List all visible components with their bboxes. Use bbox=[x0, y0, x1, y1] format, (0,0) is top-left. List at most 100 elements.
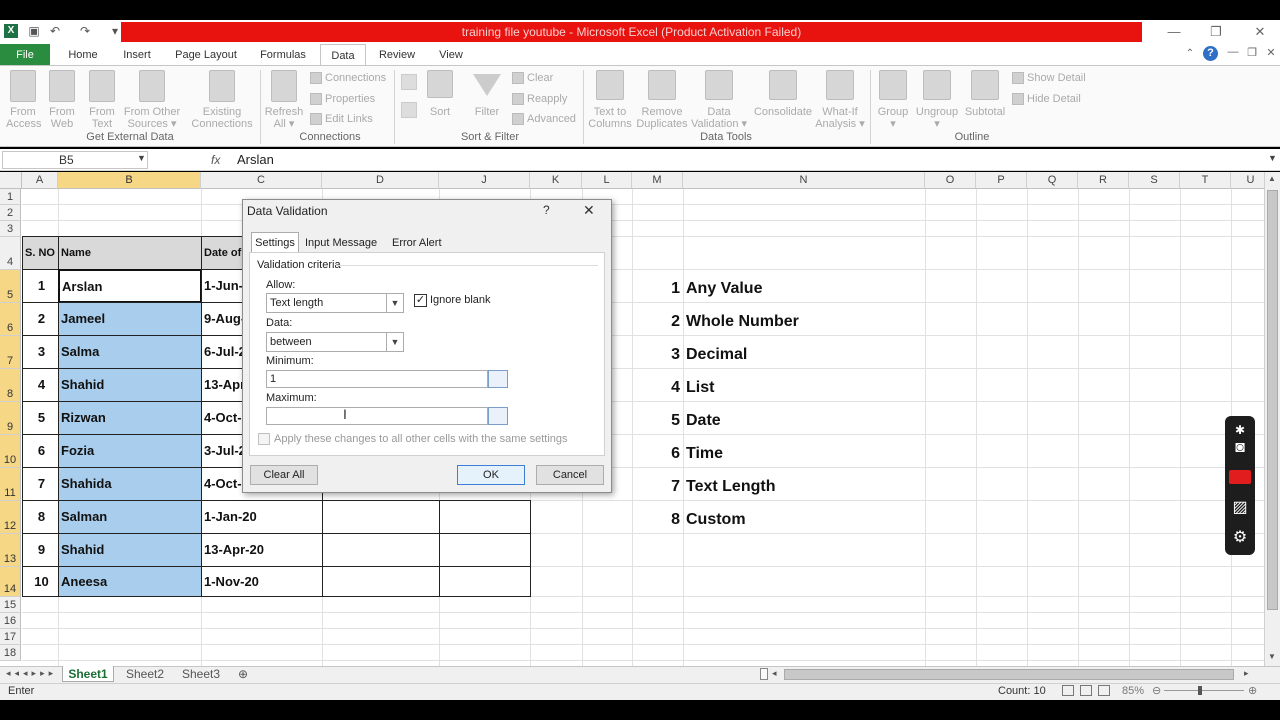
wb-minimize-icon[interactable]: — bbox=[1226, 46, 1240, 60]
camera-icon[interactable]: ◙ bbox=[1230, 438, 1250, 458]
help-icon[interactable]: ? bbox=[1203, 46, 1218, 61]
tab-review[interactable]: Review bbox=[374, 44, 420, 66]
clear-all-button[interactable]: Clear All bbox=[250, 465, 318, 485]
dialog-close-icon[interactable]: ✕ bbox=[583, 202, 595, 219]
cell-sno[interactable]: 8 bbox=[22, 500, 59, 534]
list-number[interactable]: 1 bbox=[660, 280, 680, 298]
group-button[interactable]: Group ▾ bbox=[874, 70, 912, 130]
from-other-sources-button[interactable]: From Other Sources ▾ bbox=[122, 70, 182, 130]
name-box-dropdown-icon[interactable]: ▼ bbox=[137, 153, 146, 163]
dialog-help-icon[interactable]: ? bbox=[543, 203, 550, 217]
text-to-columns-button[interactable]: Text to Columns bbox=[588, 70, 632, 130]
col-header-l[interactable]: L bbox=[582, 172, 632, 189]
row-header-14[interactable]: 14 bbox=[0, 567, 21, 597]
col-header-d[interactable]: D bbox=[322, 172, 439, 189]
fx-icon[interactable]: fx bbox=[211, 151, 220, 169]
from-text-button[interactable]: From Text bbox=[86, 70, 118, 130]
cell-sno[interactable]: 4 bbox=[22, 368, 59, 402]
cancel-button[interactable]: Cancel bbox=[536, 465, 604, 485]
connections-button[interactable]: Connections bbox=[310, 72, 386, 85]
table-header-sno[interactable]: S. NO bbox=[22, 236, 59, 270]
cell-empty[interactable] bbox=[322, 533, 440, 567]
sort-za-icon[interactable] bbox=[401, 102, 417, 118]
data-validation-button[interactable]: Data Validation ▾ bbox=[690, 70, 748, 130]
list-item[interactable]: Whole Number bbox=[686, 313, 799, 331]
row-header-2[interactable]: 2 bbox=[0, 205, 21, 221]
row-header-15[interactable]: 15 bbox=[0, 597, 21, 613]
row-header-7[interactable]: 7 bbox=[0, 336, 21, 369]
col-header-s[interactable]: S bbox=[1129, 172, 1180, 189]
cell-empty[interactable] bbox=[439, 533, 531, 567]
row-header-9[interactable]: 9 bbox=[0, 402, 21, 435]
ungroup-button[interactable]: Ungroup ▾ bbox=[912, 70, 962, 130]
customize-qat-icon[interactable]: ▾ bbox=[108, 24, 122, 38]
cell-empty[interactable] bbox=[439, 566, 531, 597]
dialog-tab-error-alert[interactable]: Error Alert bbox=[392, 234, 442, 252]
zoom-slider-track[interactable] bbox=[1164, 690, 1244, 691]
existing-connections-button[interactable]: Existing Connections bbox=[190, 70, 254, 130]
row-header-17[interactable]: 17 bbox=[0, 629, 21, 645]
row-header-3[interactable]: 3 bbox=[0, 221, 21, 237]
ok-button[interactable]: OK bbox=[457, 465, 525, 485]
close-window-icon[interactable]: ✕ bbox=[1250, 24, 1270, 40]
cell-date[interactable]: 1-Jan-20 bbox=[201, 500, 323, 534]
settings-gear-icon[interactable]: ⚙ bbox=[1230, 528, 1250, 548]
cell-empty[interactable] bbox=[322, 566, 440, 597]
sheet-nav-icons[interactable]: ◂◂◂▸▸▸ bbox=[6, 668, 57, 679]
col-header-q[interactable]: Q bbox=[1027, 172, 1078, 189]
reapply-button[interactable]: Reapply bbox=[512, 93, 567, 106]
properties-button[interactable]: Properties bbox=[310, 93, 375, 106]
col-header-a[interactable]: A bbox=[22, 172, 58, 189]
sort-az-icon[interactable] bbox=[401, 74, 417, 90]
cell-name[interactable]: Jameel bbox=[58, 302, 202, 336]
cell-sno[interactable]: 3 bbox=[22, 335, 59, 369]
cell-name[interactable]: Rizwan bbox=[58, 401, 202, 435]
scroll-up-icon[interactable]: ▲ bbox=[1268, 174, 1276, 183]
minimum-range-picker-icon[interactable] bbox=[488, 370, 508, 388]
from-web-button[interactable]: From Web bbox=[46, 70, 78, 130]
list-item[interactable]: List bbox=[686, 379, 714, 397]
page-layout-view-icon[interactable] bbox=[1080, 685, 1092, 696]
row-header-4[interactable]: 4 bbox=[0, 237, 21, 270]
list-number[interactable]: 8 bbox=[660, 511, 680, 529]
redo-icon[interactable]: ↷ bbox=[78, 24, 92, 38]
formula-content[interactable]: Arslan bbox=[237, 151, 274, 169]
row-header-5[interactable]: 5 bbox=[0, 270, 21, 303]
sheet-tab-1[interactable]: Sheet1 bbox=[62, 666, 114, 682]
zoom-out-icon[interactable]: ⊖ bbox=[1152, 684, 1161, 697]
filter-button[interactable]: Filter bbox=[470, 70, 504, 118]
vertical-scrollbar[interactable]: ▲ ▼ bbox=[1264, 172, 1280, 666]
list-number[interactable]: 2 bbox=[660, 313, 680, 331]
zoom-level[interactable]: 85% bbox=[1122, 685, 1144, 697]
tab-file[interactable]: File bbox=[0, 44, 50, 66]
show-detail-button[interactable]: Show Detail bbox=[1012, 72, 1086, 85]
worksheet-grid[interactable]: A B C D J K L M N O P Q R S T U 1 2 3 4 … bbox=[0, 172, 1264, 666]
hide-detail-button[interactable]: Hide Detail bbox=[1012, 93, 1081, 106]
table-header-name[interactable]: Name bbox=[58, 236, 202, 270]
tab-view[interactable]: View bbox=[430, 44, 472, 66]
cell-empty[interactable] bbox=[439, 500, 531, 534]
subtotal-button[interactable]: Subtotal bbox=[962, 70, 1008, 118]
cell-name[interactable]: Salman bbox=[58, 500, 202, 534]
cell-name[interactable]: Shahid bbox=[58, 533, 202, 567]
undo-icon[interactable]: ↶ bbox=[48, 24, 62, 38]
minimum-input[interactable]: 1 bbox=[266, 370, 488, 388]
allow-dropdown-icon[interactable]: ▼ bbox=[386, 294, 403, 312]
hscroll-left-icon[interactable]: ◂ bbox=[772, 668, 777, 679]
normal-view-icon[interactable] bbox=[1062, 685, 1074, 696]
sheet-tab-2[interactable]: Sheet2 bbox=[124, 666, 166, 682]
page-break-view-icon[interactable] bbox=[1098, 685, 1110, 696]
scroll-down-icon[interactable]: ▼ bbox=[1268, 652, 1276, 661]
cell-name[interactable]: Shahida bbox=[58, 467, 202, 501]
dialog-tab-input-message[interactable]: Input Message bbox=[305, 234, 377, 252]
list-item[interactable]: Time bbox=[686, 445, 723, 463]
cell-name[interactable]: Fozia bbox=[58, 434, 202, 468]
cell-sno[interactable]: 1 bbox=[22, 269, 59, 303]
cell-empty[interactable] bbox=[322, 500, 440, 534]
pin-icon[interactable]: ✱ bbox=[1230, 420, 1250, 440]
hscroll-splitter[interactable] bbox=[760, 668, 768, 680]
list-number[interactable]: 7 bbox=[660, 478, 680, 496]
cell-sno[interactable]: 2 bbox=[22, 302, 59, 336]
save-icon[interactable]: ▣ bbox=[27, 24, 41, 38]
tab-page-layout[interactable]: Page Layout bbox=[170, 44, 242, 66]
